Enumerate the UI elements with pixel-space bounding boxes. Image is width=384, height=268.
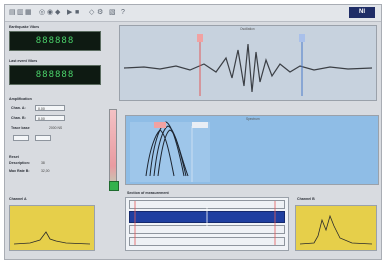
help-icon[interactable]: ?: [121, 9, 125, 17]
trace-base-value: 2000 NS: [49, 126, 63, 130]
channel-a-trace: [13, 231, 91, 245]
description-label: Description:: [9, 161, 30, 165]
save-icon[interactable]: ▥: [17, 9, 24, 17]
max-rate-value: 32,00: [41, 169, 50, 173]
grid-icon[interactable]: ▧: [109, 9, 116, 17]
stop-icon[interactable]: ■: [75, 9, 79, 17]
channel-b-trace: [299, 214, 373, 245]
trace-option-2[interactable]: [35, 135, 51, 141]
chan-b-input[interactable]: 0.00: [35, 115, 65, 121]
zoom-in-icon[interactable]: ◎: [39, 9, 45, 17]
print-icon[interactable]: ▦: [25, 9, 32, 17]
channel-b-label: Channel B: [297, 197, 315, 201]
section-label: Section of measurement: [127, 191, 169, 195]
zoom-out-icon[interactable]: ◉: [47, 9, 53, 17]
channel-b-plot[interactable]: [295, 205, 377, 251]
spectrum-plot[interactable]: Spectrum: [125, 115, 379, 185]
bottom-lcd-label: Last event Vibes: [9, 59, 38, 63]
section-markers: [134, 201, 276, 245]
channel-a-plot[interactable]: [9, 205, 95, 251]
chan-b-label: Chan. B:: [11, 116, 26, 120]
reset-label: Reset: [9, 155, 19, 159]
chan-a-label: Chan. A:: [11, 106, 26, 110]
oscillation-plot[interactable]: Oscillation: [119, 25, 377, 101]
toolbar: ▤ ▥ ▦ ◎ ◉ ◆ ▶ ■ ◇ ⚙ ▧ ? NI: [5, 5, 381, 22]
channel-a-label: Channel A: [9, 197, 27, 201]
spectrum-curves: [130, 121, 210, 182]
play-icon[interactable]: ▶: [67, 9, 72, 17]
bottom-lcd-display: 888888: [9, 65, 101, 85]
top-lcd-display: 888888: [9, 31, 101, 51]
amplification-label: Amplification: [9, 97, 32, 101]
trace-base-label: Trace base: [11, 126, 30, 130]
description-value: 38: [41, 161, 45, 165]
max-rate-label: Max Rate B:: [9, 169, 30, 173]
chan-a-input[interactable]: 0.00: [35, 105, 65, 111]
settings-icon[interactable]: ⚙: [97, 9, 103, 17]
file-icon[interactable]: ▤: [9, 9, 16, 17]
brand-logo: NI: [349, 7, 375, 18]
level-meter-indicator: [109, 181, 119, 191]
application-window: ▤ ▥ ▦ ◎ ◉ ◆ ▶ ■ ◇ ⚙ ▧ ? NI Earthquake Vi…: [4, 4, 382, 260]
pan-icon[interactable]: ◆: [55, 9, 60, 17]
trace-option-1[interactable]: [13, 135, 29, 141]
marker-icon[interactable]: ◇: [89, 9, 94, 17]
top-lcd-label: Earthquake Vibes: [9, 25, 40, 29]
level-meter[interactable]: [109, 109, 117, 191]
oscillation-waveform: [123, 34, 373, 96]
